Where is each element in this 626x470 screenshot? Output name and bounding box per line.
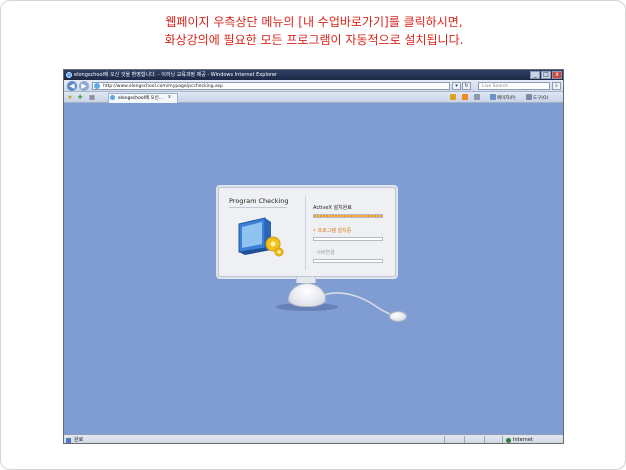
refresh-icon[interactable]: ↻ bbox=[462, 82, 471, 90]
status-separator bbox=[502, 436, 503, 443]
page-menu-icon bbox=[490, 94, 496, 100]
page-icon bbox=[94, 83, 100, 89]
search-icon[interactable]: ⌕ bbox=[552, 82, 561, 90]
security-zone-text: Internet bbox=[513, 437, 533, 443]
window-title: elongschool에 오신 것을 환영합니다. - 이러닝 교육과정 제공 … bbox=[74, 72, 277, 78]
browser-window: elongschool에 오신 것을 환영합니다. - 이러닝 교육과정 제공 … bbox=[63, 69, 564, 444]
tab-list-icon[interactable]: ▦ bbox=[88, 94, 96, 101]
print-icon[interactable] bbox=[474, 94, 481, 102]
mouse-icon bbox=[389, 311, 407, 322]
server-connect-status-label: · 서버연결 bbox=[313, 250, 335, 256]
search-input[interactable]: Live Search bbox=[478, 82, 550, 90]
address-toolbar: ◀ ▶ http://www.elongschool.com/mypage/pc… bbox=[64, 80, 563, 92]
status-text: 완료 bbox=[74, 437, 84, 443]
caption-line-1: 웹페이지 우측상단 메뉴의 [내 수업바로가기]를 클릭하시면, bbox=[165, 15, 463, 29]
browser-titlebar[interactable]: elongschool에 오신 것을 환영합니다. - 이러닝 교육과정 제공 … bbox=[64, 70, 563, 80]
ie-logo-icon bbox=[66, 72, 72, 78]
dialog-divider bbox=[305, 196, 306, 270]
program-checking-dialog: Program Checking ActiveX 설치완료 • 프로그램 설치중… bbox=[218, 187, 396, 277]
favorites-star-icon[interactable]: ★ bbox=[66, 94, 74, 101]
tab-toolbar: ★ ✚ ▦ elongschool에 오신... x 페이지(P) 도구(O) bbox=[64, 92, 563, 103]
caption-line-2: 화상강의에 필요한 모든 프로그램이 자동적으로 설치됩니다. bbox=[164, 33, 464, 47]
activex-progress-bar bbox=[313, 214, 383, 218]
program-progress-bar bbox=[313, 237, 383, 241]
address-input[interactable]: http://www.elongschool.com/mypage/pcchec… bbox=[92, 82, 450, 90]
monitor-stand bbox=[288, 283, 326, 307]
title-underline bbox=[229, 207, 287, 208]
minimize-button[interactable]: _ bbox=[530, 71, 540, 79]
gear-icon bbox=[526, 94, 532, 100]
tab-close-icon[interactable]: x bbox=[168, 94, 171, 101]
outer-frame: 웹페이지 우측상단 메뉴의 [내 수업바로가기]를 클릭하시면, 화상강의에 필… bbox=[0, 0, 626, 470]
close-button[interactable]: x bbox=[552, 71, 562, 79]
status-page-icon bbox=[66, 438, 71, 443]
status-separator bbox=[464, 436, 465, 443]
feeds-icon[interactable] bbox=[462, 94, 469, 102]
activex-status-label: ActiveX 설치완료 bbox=[313, 205, 352, 211]
back-button[interactable]: ◀ bbox=[67, 81, 77, 91]
home-icon[interactable] bbox=[450, 94, 457, 102]
activex-progress-fill bbox=[314, 215, 382, 217]
status-separator bbox=[444, 436, 445, 443]
tab-page-icon bbox=[110, 95, 115, 100]
forward-button[interactable]: ▶ bbox=[79, 81, 89, 91]
add-favorites-icon[interactable]: ✚ bbox=[76, 94, 84, 101]
instruction-caption: 웹페이지 우측상단 메뉴의 [내 수업바로가기]를 클릭하시면, 화상강의에 필… bbox=[1, 13, 626, 49]
dialog-title: Program Checking bbox=[229, 197, 289, 205]
window-controls: _ □ x bbox=[530, 71, 562, 79]
page-content: Program Checking ActiveX 설치완료 • 프로그램 설치중… bbox=[64, 103, 563, 434]
computer-gear-icon bbox=[238, 217, 284, 257]
tools-menu[interactable]: 도구(O) bbox=[526, 94, 548, 102]
status-separator bbox=[484, 436, 485, 443]
page-menu[interactable]: 페이지(P) bbox=[490, 94, 516, 102]
maximize-button[interactable]: □ bbox=[541, 71, 551, 79]
address-dropdown-icon[interactable]: ▾ bbox=[452, 82, 461, 90]
mouse-cable bbox=[323, 292, 393, 316]
internet-zone-icon bbox=[506, 438, 511, 443]
server-progress-bar bbox=[313, 259, 383, 263]
program-install-status-label: • 프로그램 설치중 bbox=[313, 228, 352, 234]
browser-statusbar: 완료 Internet bbox=[64, 434, 563, 443]
